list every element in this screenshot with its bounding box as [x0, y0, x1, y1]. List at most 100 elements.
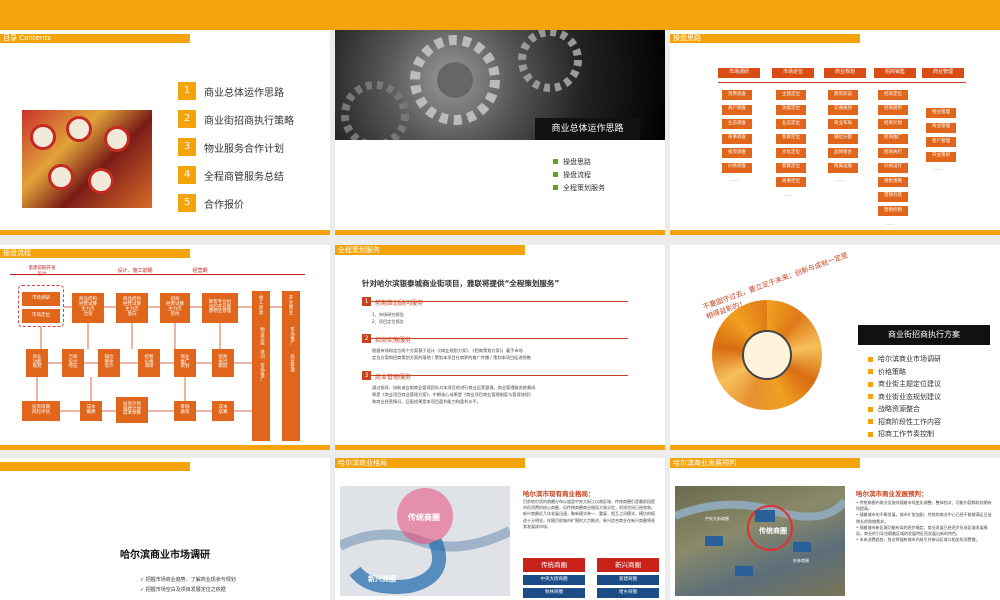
bullet-square-icon: [553, 159, 558, 164]
slide-commercial-pattern[interactable]: 哈尔滨商业格局 传统商圈 新兴商圈 哈尔滨市现有商业格局： 目前哈尔滨的商圈分布…: [335, 458, 665, 600]
slide-header: 操盘思路: [670, 34, 860, 43]
strategy-item[interactable]: 招商定位: [878, 90, 908, 100]
clown-face-icon: [88, 168, 114, 194]
strategy-item[interactable]: 客户管理: [926, 137, 956, 147]
strategy-column-header[interactable]: 商业管理: [922, 68, 964, 78]
plan-item[interactable]: 招商阶段性工作内容: [868, 416, 941, 429]
strategy-item[interactable]: 业态定位: [776, 119, 806, 129]
zone-header: 新兴商圈: [597, 558, 659, 572]
toc-item[interactable]: 3 物业服务合作计划: [178, 133, 294, 161]
strategy-item[interactable]: 价格设计: [878, 162, 908, 173]
strategy-item[interactable]: 招商执行: [878, 148, 908, 158]
strategy-item[interactable]: 商户调查: [722, 104, 752, 115]
plan-item[interactable]: 哈尔滨商业市场调研: [868, 353, 941, 366]
strategy-item[interactable]: 附属设施: [828, 162, 858, 173]
top-accent-bar: [0, 0, 1000, 30]
strategy-item[interactable]: 商事调查: [722, 133, 752, 144]
slide-title: 针对哈尔滨银泰城商业街项目，雅联将提供“全程策划服务”: [362, 279, 560, 288]
strategy-item[interactable]: 客群定位: [776, 162, 806, 173]
strategy-item[interactable]: 销售策略: [878, 177, 908, 187]
slide-overall-strategy[interactable]: 商业总体运作思路 操盘思路 操盘流程 全程策划服务: [335, 30, 665, 235]
strategy-item[interactable]: 营销控制: [878, 206, 908, 216]
ellipsis-text: ……: [886, 220, 894, 226]
pencils-center: [742, 330, 792, 380]
toc-number: 2: [178, 110, 196, 128]
slide-full-service[interactable]: 全程策划服务 针对哈尔滨银泰城商业街项目，雅联将提供“全程策划服务” 1 前期策…: [335, 245, 665, 450]
toc-item[interactable]: 1 商业总体运作思路: [178, 77, 294, 105]
ellipsis-text: ……: [836, 177, 844, 182]
slide-title: 商业总体运作思路: [535, 118, 640, 140]
strategy-column-header[interactable]: 商业规划: [824, 68, 866, 78]
slide-title: 哈尔滨商业市场调研: [120, 550, 210, 561]
strategy-item[interactable]: 招商组织: [878, 104, 908, 115]
zone-item: 秋林商圈: [523, 588, 585, 598]
strategy-item[interactable]: 物业管理: [926, 108, 956, 118]
bullet-list: 操盘思路 操盘流程 全程策划服务: [553, 155, 605, 194]
strategy-item[interactable]: 商业管理: [926, 122, 956, 133]
section-number: 3: [362, 371, 371, 380]
strategy-item[interactable]: 铺位分割: [828, 133, 858, 144]
strategy-column-header[interactable]: 市场定位: [772, 68, 814, 78]
slide-header: 哈尔滨商业格局: [335, 458, 525, 468]
slide-leasing-plan[interactable]: 不要固守过去，要立足于未来；创新与成就一定是相得益彰的！ 商业街招商执行方案 哈…: [670, 245, 1000, 450]
plan-item[interactable]: 商业街业态规划建议: [868, 391, 941, 404]
strategy-item[interactable]: 商业布局: [828, 119, 858, 129]
strategy-item[interactable]: 开业策划: [926, 151, 956, 162]
strategy-item[interactable]: 交通规划: [828, 104, 858, 115]
slide-footer-bar: [0, 445, 330, 450]
strategy-item[interactable]: 消费调查: [722, 90, 752, 100]
section-number: 2: [362, 334, 371, 343]
section-line-text: 1、市场研究报告: [372, 312, 404, 317]
strategy-item[interactable]: 招商推广: [878, 133, 908, 144]
slide-process-flow[interactable]: 操盘流程 策建前期开发 设计 设计、施工前期 经营期 市场调研 市场定位 商品结…: [0, 245, 330, 450]
strategy-column-header[interactable]: 市场调研: [718, 68, 760, 78]
strategy-item[interactable]: 招商计划: [878, 119, 908, 129]
strategy-item[interactable]: 投资调查: [722, 148, 752, 158]
toc-list: 1 商业总体运作思路 2 商业街招商执行策略 3 物业服务合作计划 4 全程商管服务总结…: [178, 77, 294, 217]
section-heading: 哈尔滨市现有商业格局：: [523, 490, 595, 498]
clown-photo: [22, 110, 152, 208]
plan-label: 战略资源整合: [878, 405, 920, 414]
satellite-map: 传统商圈 中央大街商圈 秋林商圈: [673, 486, 849, 596]
clown-face-icon: [66, 116, 92, 142]
bullet-label: 全程策划服务: [563, 183, 605, 192]
strategy-item[interactable]: 主题定位: [776, 90, 806, 100]
strategy-item[interactable]: 功能定位: [776, 104, 806, 115]
section-line-text: 果是《商业项目商业管理方案》，中期核心成果是《商业项目商业管理制度与管理流程》: [372, 392, 534, 397]
section-text: • 传统商圈内商业设施伴随着市场变化调整，整体档次、功能内容都较前期有所提高。 …: [856, 500, 992, 543]
plan-label: 招商阶段性工作内容: [878, 417, 941, 426]
strategy-item[interactable]: 业态调查: [722, 119, 752, 129]
slide-market-research[interactable]: 哈尔滨商业市场调研 ✓ 把握市场商业趋势、了解商业现状与规划 ✓ 把握市场空白及…: [0, 458, 330, 600]
city-map: 传统商圈 新兴商圈: [337, 486, 513, 596]
strategy-item[interactable]: 价格调查: [722, 162, 752, 173]
toc-item[interactable]: 5 合作报价: [178, 189, 294, 217]
bullet-square-icon: [553, 185, 558, 190]
strategy-item[interactable]: 建筑形态: [828, 90, 858, 100]
strategy-item[interactable]: 商事定位: [776, 177, 806, 187]
plan-item[interactable]: 价格策略: [868, 366, 941, 379]
strategy-item[interactable]: 营销包装: [878, 191, 908, 202]
slide-footer-bar: [670, 230, 1000, 235]
toc-item[interactable]: 4 全程商管服务总结: [178, 161, 294, 189]
slide-contents[interactable]: 目录 Contents 1 商业总体运作思路 2 商业街招商执行策略 3 物业服务合作…: [0, 30, 330, 235]
strategy-item[interactable]: 品牌组合: [828, 148, 858, 158]
strategy-column-header[interactable]: 招商销售: [874, 68, 916, 78]
zone-item: 中央大街商圈: [523, 575, 585, 585]
plan-item[interactable]: 战略资源整合: [868, 403, 941, 416]
slide-header: 全程策划服务: [335, 245, 525, 255]
toc-number: 4: [178, 166, 196, 184]
bullet-item[interactable]: 全程策划服务: [553, 181, 605, 194]
plan-item[interactable]: 商业街主题定位建议: [868, 378, 941, 391]
strategy-item[interactable]: 客群定位: [776, 133, 806, 144]
section-line-text: 定位方案和招商策划方案的落地 / 策划本项目在商界的推广传播 / 策划本项目促进…: [372, 355, 531, 360]
toc-item[interactable]: 2 商业街招商执行策略: [178, 105, 294, 133]
slide-development-forecast[interactable]: 哈尔滨商业发展预判 传统商圈 中央大街商圈 秋林商圈 哈尔滨市商业发展预判： •…: [670, 458, 1000, 600]
bullet-item[interactable]: 操盘流程: [553, 168, 605, 181]
map-label: 中央大街商圈: [705, 516, 729, 521]
plan-item[interactable]: 招商工作节奏控制: [868, 428, 941, 441]
bullet-item[interactable]: 操盘思路: [553, 155, 605, 168]
strategy-item[interactable]: 文化定位: [776, 148, 806, 158]
bullet-label: 操盘流程: [563, 170, 591, 179]
slide-strategy-diagram[interactable]: 操盘思路 市场调研消费调查商户调查业态调查商事调查投资调查价格调查 …… 市场定位主…: [670, 30, 1000, 235]
toc-number: 3: [178, 138, 196, 156]
